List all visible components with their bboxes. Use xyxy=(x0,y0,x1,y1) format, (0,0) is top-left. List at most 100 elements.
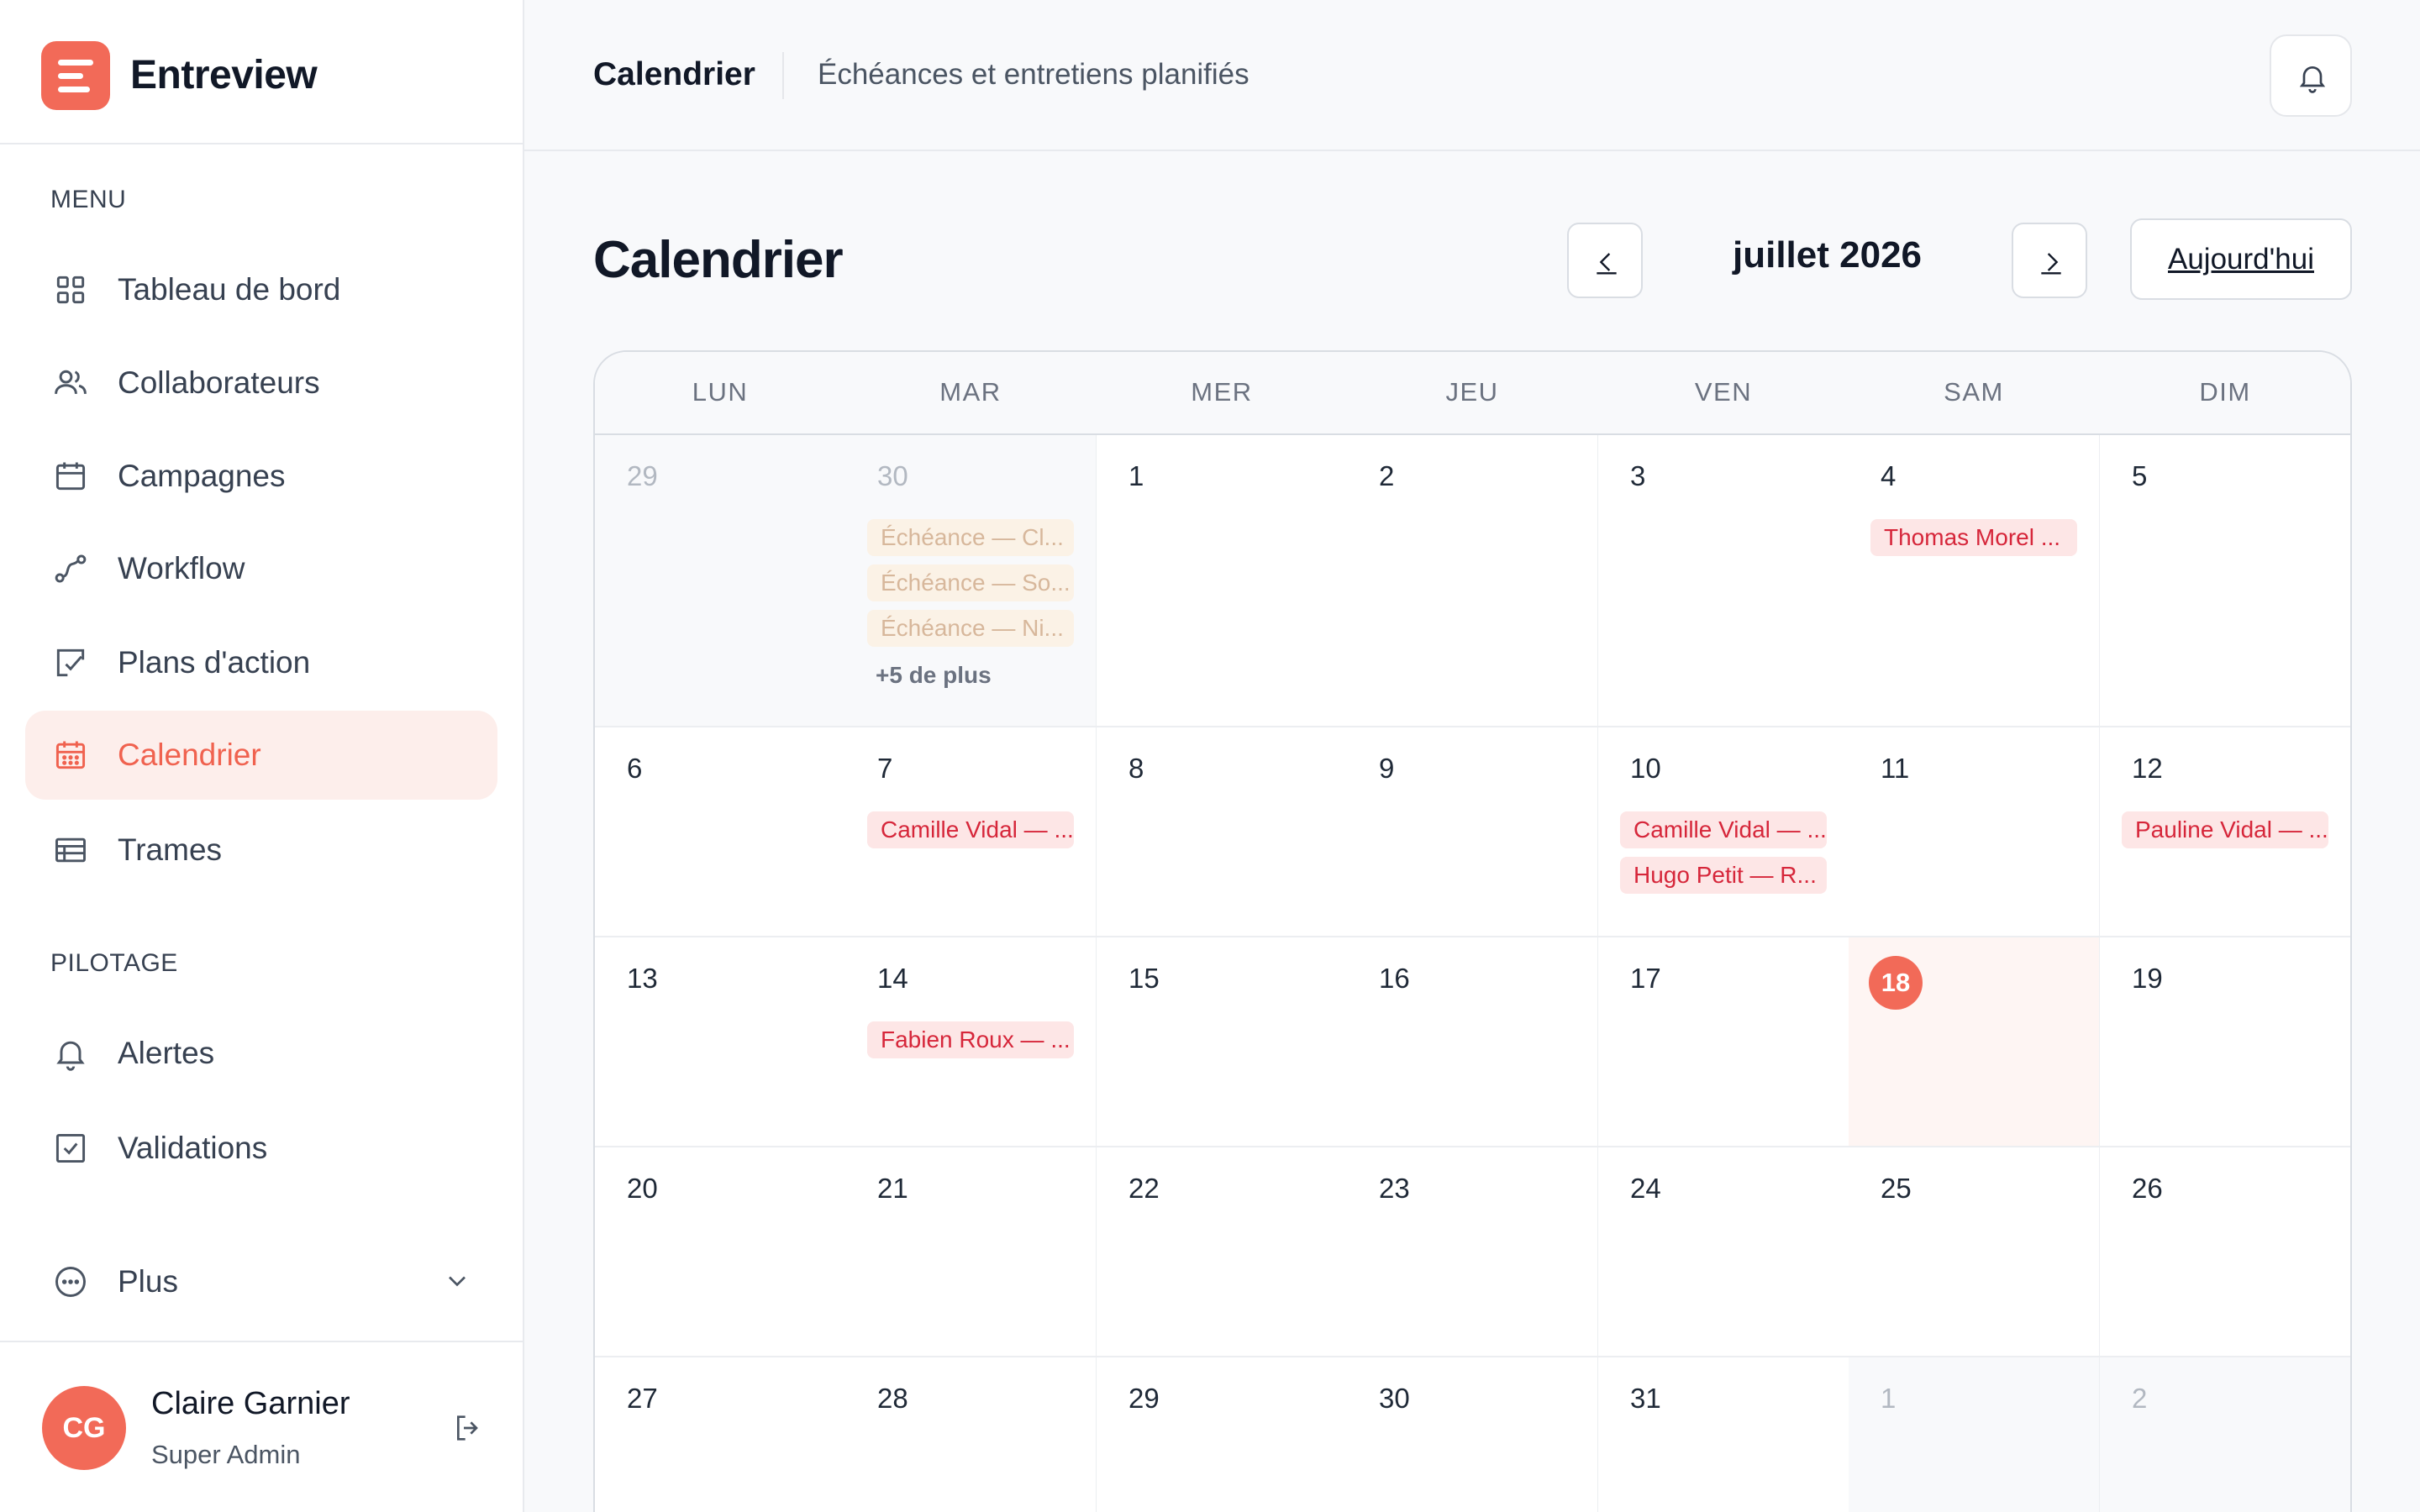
calendar-day-cell[interactable]: 2 xyxy=(2100,1357,2350,1512)
calendar-dots-icon xyxy=(55,741,86,769)
sidebar-item-alertes[interactable]: Alertes xyxy=(25,1009,497,1098)
chevron-left-icon xyxy=(1597,253,1617,275)
calendar-day-cell[interactable]: 22 xyxy=(1097,1147,1349,1357)
calendar-day-cell[interactable]: 17 xyxy=(1598,937,1850,1147)
calendar-grid: LUN MAR MER JEU VEN SAM DIM 29 30 Échéance — Cl.… xyxy=(593,350,2352,1512)
day-number: 11 xyxy=(1881,753,1910,784)
calendar-day-cell[interactable]: 12 Pauline Vidal — ... xyxy=(2100,727,2350,937)
check-square-icon xyxy=(55,1133,86,1163)
calendar-day-cell[interactable]: 19 xyxy=(2100,937,2350,1147)
day-number: 1 xyxy=(1881,1383,1897,1414)
calendar-day-cell[interactable]: 11 xyxy=(1849,727,2101,937)
sidebar-item-workflow[interactable]: Workflow xyxy=(25,524,497,613)
calendar-event[interactable]: Pauline Vidal — ... xyxy=(2122,811,2328,848)
calendar-day-cell[interactable]: 15 xyxy=(1097,937,1349,1147)
today-button[interactable]: Aujourd'hui xyxy=(2130,218,2352,300)
chevron-down-icon xyxy=(449,1276,466,1287)
sidebar-item-plus[interactable]: Plus xyxy=(25,1237,497,1326)
calendar-day-cell[interactable]: 21 xyxy=(845,1147,1097,1357)
calendar-day-cell[interactable]: 2 xyxy=(1347,435,1599,727)
day-number: 29 xyxy=(627,460,658,491)
day-number: 30 xyxy=(877,460,908,491)
previous-month-button[interactable] xyxy=(1567,223,1643,298)
logout-icon[interactable] xyxy=(451,1411,485,1445)
calendar-day-cell[interactable]: 3 xyxy=(1598,435,1850,727)
next-month-button[interactable] xyxy=(2012,223,2087,298)
sidebar-item-tableau-de-bord[interactable]: Tableau de bord xyxy=(25,245,497,334)
calendar-day-cell[interactable]: 24 xyxy=(1598,1147,1850,1357)
users-icon xyxy=(55,370,87,394)
sidebar-item-calendrier[interactable]: Calendrier xyxy=(25,711,497,800)
calendar-event[interactable]: Thomas Morel ... xyxy=(1870,519,2077,556)
day-number: 5 xyxy=(2132,460,2148,491)
sidebar-item-campagnes[interactable]: Campagnes xyxy=(25,432,497,521)
app-logo-icon[interactable] xyxy=(41,41,110,110)
sidebar-item-validations[interactable]: Validations xyxy=(25,1104,497,1193)
sidebar-item-plans-d-action[interactable]: Plans d'action xyxy=(25,618,497,707)
day-number: 23 xyxy=(1379,1173,1410,1204)
sidebar-item-trames[interactable]: Trames xyxy=(25,806,497,895)
avatar[interactable]: CG xyxy=(42,1386,126,1470)
day-number: 19 xyxy=(2132,963,2163,994)
day-number: 1 xyxy=(1128,460,1144,491)
calendar-day-cell[interactable]: 9 xyxy=(1347,727,1599,937)
day-number: 2 xyxy=(2132,1383,2148,1414)
calendar-day-cell[interactable]: 23 xyxy=(1347,1147,1599,1357)
calendar-day-cell[interactable]: 1 xyxy=(1097,435,1349,727)
calendar-event[interactable]: Fabien Roux — ... xyxy=(867,1021,1074,1058)
calendar-day-cell[interactable]: 8 xyxy=(1097,727,1349,937)
calendar-day-cell[interactable]: 30 xyxy=(1347,1357,1599,1512)
calendar-event[interactable]: Échéance — Ni... xyxy=(867,610,1074,647)
sidebar-item-collaborateurs[interactable]: Collaborateurs xyxy=(25,339,497,428)
day-number: 29 xyxy=(1128,1383,1160,1414)
day-number: 8 xyxy=(1128,753,1144,784)
day-number: 22 xyxy=(1128,1173,1160,1204)
calendar-day-cell[interactable]: 13 xyxy=(595,937,847,1147)
weekday-label: JEU xyxy=(1445,377,1499,407)
pilotage-section-label: PILOTAGE xyxy=(50,949,178,977)
sidebar-item-label: Alertes xyxy=(118,1036,215,1070)
calendar-day-cell[interactable]: 1 xyxy=(1849,1357,2101,1512)
sidebar: Entreview MENU Tableau de bord Collabora… xyxy=(0,0,524,1512)
day-number: 13 xyxy=(627,963,658,994)
notifications-button[interactable] xyxy=(2270,34,2352,117)
calendar-day-cell[interactable]: 29 xyxy=(595,435,847,727)
user-role: Super Admin xyxy=(151,1440,301,1469)
sidebar-item-label: Plus xyxy=(118,1264,178,1299)
calendar-event[interactable]: Échéance — So... xyxy=(867,564,1074,601)
more-events-link[interactable]: +5 de plus xyxy=(876,662,992,689)
bell-icon xyxy=(2299,66,2326,93)
calendar-event[interactable]: Camille Vidal — ... xyxy=(867,811,1074,848)
calendar-day-cell[interactable]: 29 xyxy=(1097,1357,1349,1512)
calendar-day-cell[interactable]: 7 Camille Vidal — ... xyxy=(845,727,1097,937)
calendar-day-cell[interactable]: 4 Thomas Morel ... xyxy=(1849,435,2101,727)
calendar-event[interactable]: Camille Vidal — ... xyxy=(1620,811,1827,848)
calendar-day-cell-today[interactable]: 18 xyxy=(1849,937,2101,1147)
action-plan-icon xyxy=(56,648,85,677)
more-dots-icon xyxy=(55,1267,86,1297)
day-number: 2 xyxy=(1379,460,1395,491)
user-profile: CG Claire Garnier Super Admin xyxy=(0,1341,523,1512)
sidebar-item-label: Trames xyxy=(118,832,223,867)
calendar-day-cell[interactable]: 28 xyxy=(845,1357,1097,1512)
day-number: 26 xyxy=(2132,1173,2163,1204)
day-number: 10 xyxy=(1630,753,1661,784)
calendar-day-cell[interactable]: 20 xyxy=(595,1147,847,1357)
calendar-day-cell[interactable]: 31 xyxy=(1598,1357,1850,1512)
calendar-event[interactable]: Échéance — Cl... xyxy=(867,519,1074,556)
calendar-plain-icon xyxy=(55,462,86,491)
sidebar-item-label: Collaborateurs xyxy=(118,365,320,400)
calendar-day-cell[interactable]: 10 Camille Vidal — ... Hugo Petit — R... xyxy=(1598,727,1850,937)
calendar-day-cell[interactable]: 16 xyxy=(1347,937,1599,1147)
today-day-number: 18 xyxy=(1869,956,1923,1010)
calendar-day-cell[interactable]: 5 xyxy=(2100,435,2350,727)
calendar-day-cell[interactable]: 30 Échéance — Cl... Échéance — So... Échéan… xyxy=(845,435,1097,727)
calendar-event[interactable]: Hugo Petit — R... xyxy=(1620,857,1827,894)
calendar-day-cell[interactable]: 6 xyxy=(595,727,847,937)
calendar-day-cell[interactable]: 26 xyxy=(2100,1147,2350,1357)
weekday-header: LUN MAR MER JEU VEN SAM DIM xyxy=(595,352,2350,435)
calendar-day-cell[interactable]: 27 xyxy=(595,1357,847,1512)
calendar-day-cell[interactable]: 25 xyxy=(1849,1147,2101,1357)
calendar-day-cell[interactable]: 14 Fabien Roux — ... xyxy=(845,937,1097,1147)
app-name: Entreview xyxy=(130,53,318,97)
